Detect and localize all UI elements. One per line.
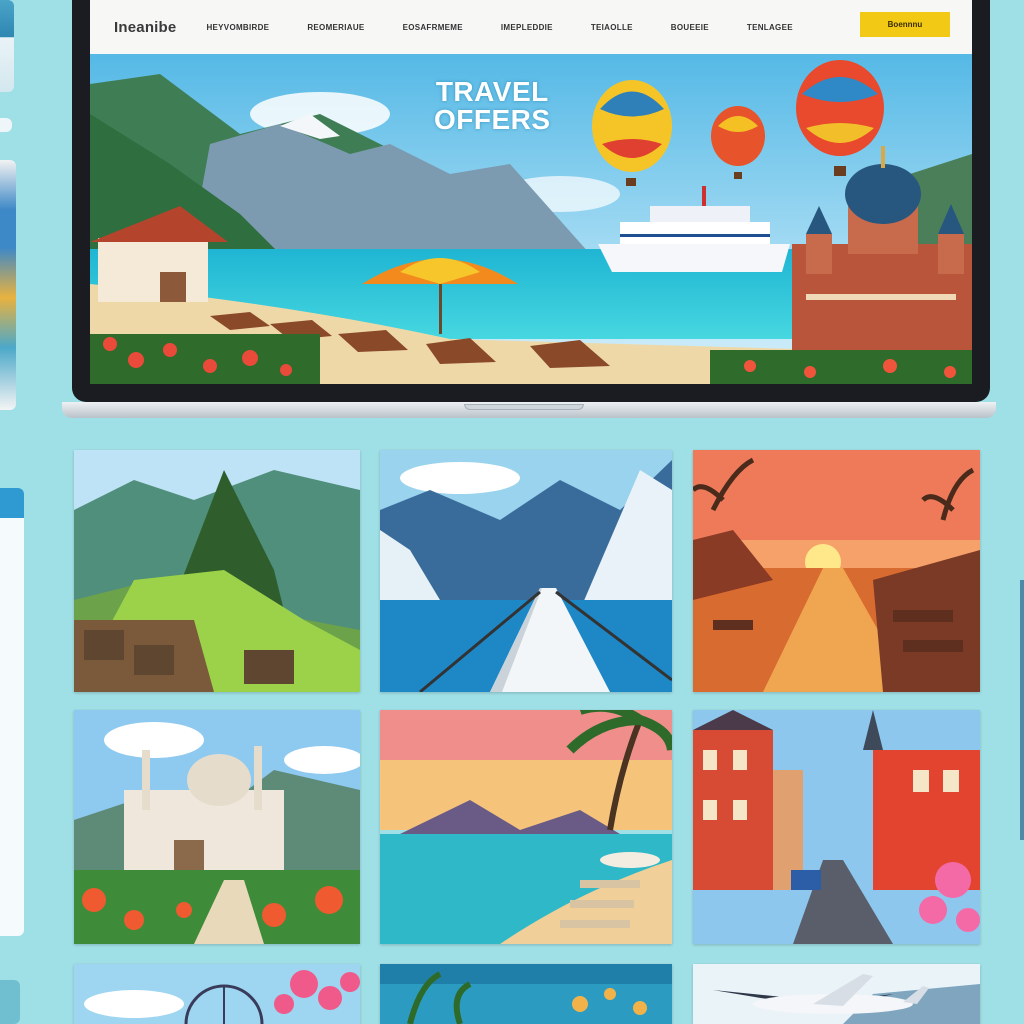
- ferris-wheel-image: [74, 964, 360, 1024]
- hero-banner: TRAVEL OFFERS: [90, 54, 972, 384]
- sunset-cafe-image: [693, 450, 980, 692]
- laptop-screen: Ineanibe HEYVOMBIRDE REOMERIAUE EOSAFRME…: [90, 0, 972, 384]
- site-logo[interactable]: Ineanibe: [114, 19, 176, 36]
- edge-photo-bottom: [0, 980, 20, 1024]
- edge-photo-strip: [0, 160, 16, 410]
- hero-title-line2: OFFERS: [434, 104, 551, 135]
- mountain-ruins-image: [74, 450, 360, 692]
- nav-link-1[interactable]: HEYVOMBIRDE: [206, 23, 269, 32]
- laptop-notch: [464, 404, 584, 410]
- palace-garden-image: [74, 710, 360, 944]
- nav-link-5[interactable]: TEIAOLLE: [591, 23, 633, 32]
- old-town-street-image: [693, 710, 980, 944]
- tile-old-town-street[interactable]: [693, 710, 980, 944]
- edge-panel-top: [0, 0, 14, 92]
- nav-link-6[interactable]: BOUEEIE: [671, 23, 709, 32]
- tile-ferris-wheel[interactable]: [74, 964, 360, 1024]
- reef-image: [380, 964, 672, 1024]
- hero-title-line1: TRAVEL: [435, 76, 549, 107]
- tile-mountain-ruins[interactable]: [74, 450, 360, 692]
- nav-link-3[interactable]: EOSAFRMEME: [403, 23, 463, 32]
- airplane-image: [693, 964, 980, 1024]
- edge-side-panel: [0, 488, 24, 936]
- nav-link-2[interactable]: REOMERIAUE: [307, 23, 364, 32]
- tile-sunset-cafe[interactable]: [693, 450, 980, 692]
- booking-button[interactable]: Boennnu: [860, 12, 950, 37]
- edge-tab-small: [0, 118, 12, 132]
- tile-airplane[interactable]: [693, 964, 980, 1024]
- tropical-beach-image: [380, 710, 672, 944]
- nav-link-7[interactable]: TENLAGEE: [747, 23, 793, 32]
- tile-tropical-beach[interactable]: [380, 710, 672, 944]
- tile-palace-garden[interactable]: [74, 710, 360, 944]
- tile-reef[interactable]: [380, 964, 672, 1024]
- hero-title: TRAVEL OFFERS: [434, 78, 551, 134]
- ocean-pier-image: [380, 450, 672, 692]
- edge-right-panel: [1020, 580, 1024, 840]
- nav-link-4[interactable]: IMEPLEDDIE: [501, 23, 553, 32]
- tile-ocean-pier[interactable]: [380, 450, 672, 692]
- site-navbar: Ineanibe HEYVOMBIRDE REOMERIAUE EOSAFRME…: [90, 0, 972, 54]
